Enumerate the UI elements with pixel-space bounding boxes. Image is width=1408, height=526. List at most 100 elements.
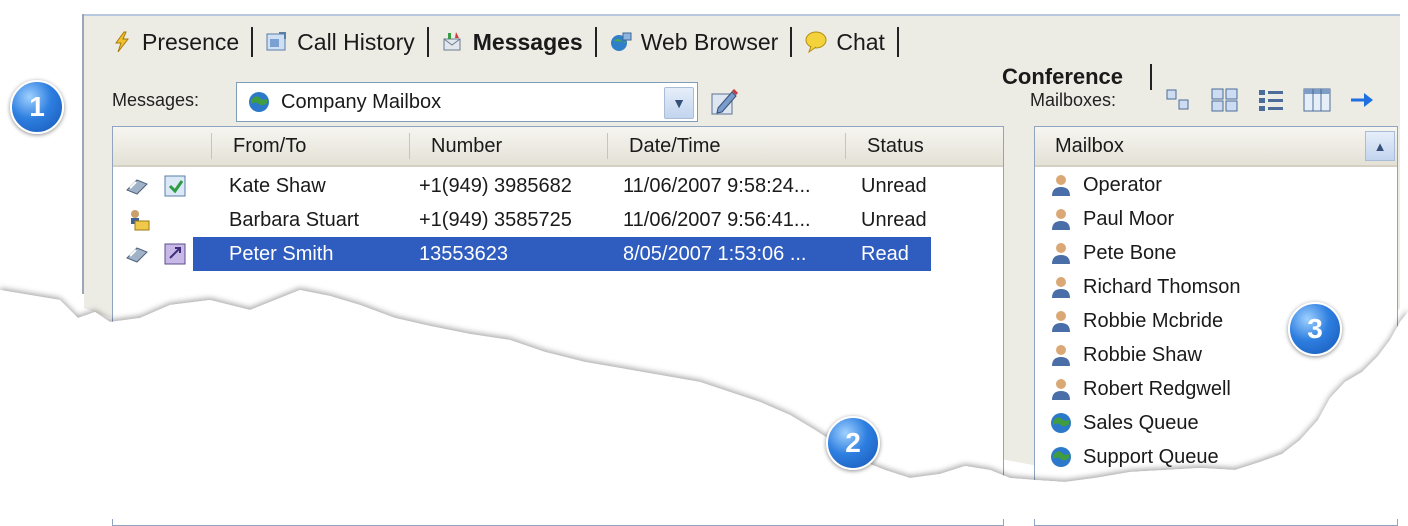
person-icon — [1049, 241, 1073, 265]
tab-separator — [1150, 64, 1152, 90]
list-item[interactable]: Robbie Mcbride — [1049, 305, 1223, 337]
lightning-icon — [110, 30, 134, 54]
web-browser-icon — [609, 30, 633, 54]
list-item[interactable]: Paul Moor — [1049, 203, 1174, 235]
window-left-border — [82, 14, 84, 294]
row-from-to: Peter Smith — [229, 243, 334, 265]
column-header-mailbox[interactable]: Mailbox — [1055, 135, 1124, 158]
person-icon — [1049, 275, 1073, 299]
row-from-to: Kate Shaw — [229, 175, 326, 197]
list-view-icon[interactable] — [1256, 86, 1286, 114]
row-status: Read — [861, 243, 909, 265]
tab-label: Call History — [297, 28, 415, 55]
callout-badge-3: 3 — [1288, 302, 1342, 356]
list-item[interactable]: Richard Thomson — [1049, 271, 1240, 303]
small-icons-view-icon[interactable] — [1164, 86, 1194, 114]
list-item-label: Robbie Mcbride — [1083, 309, 1224, 332]
mailbox-list-header: Mailbox ▲ — [1035, 127, 1397, 167]
messages-table: From/To Number Date/Time Status Kate Sha… — [112, 126, 1004, 526]
row-from-to: Barbara Stuart — [229, 209, 360, 231]
messages-label: Messages: — [112, 90, 200, 110]
callout-badge-2: 2 — [826, 416, 880, 470]
voicemail-icon — [125, 174, 149, 198]
call-history-icon — [265, 30, 289, 54]
tab-separator — [790, 27, 793, 57]
list-item-label: Robert Redgwell — [1083, 377, 1231, 400]
list-item-label: Robbie Shaw — [1083, 343, 1202, 366]
user-message-icon — [127, 208, 151, 232]
column-separator — [409, 133, 410, 159]
row-number: +1(949) 3985682 — [419, 175, 572, 197]
list-item-label: Pete Bone — [1083, 241, 1177, 264]
person-icon — [1049, 309, 1073, 333]
tab-label: Web Browser — [640, 28, 779, 55]
mailbox-select[interactable]: Company Mailbox ▼ — [236, 82, 698, 122]
person-icon — [1049, 173, 1073, 197]
column-separator — [607, 133, 608, 159]
globe-icon — [247, 90, 271, 114]
tab-conference[interactable]: Conference — [1002, 64, 1123, 90]
row-datetime: 11/06/2007 9:56:41... — [623, 209, 811, 231]
message-in-icon — [163, 174, 187, 198]
column-header-date-time[interactable]: Date/Time — [629, 135, 721, 158]
row-status: Unread — [861, 175, 927, 197]
column-header-from-to[interactable]: From/To — [233, 135, 306, 158]
list-item-label: Paul Moor — [1083, 207, 1175, 230]
tab-separator — [896, 27, 899, 57]
view-toolbar — [1164, 86, 1378, 114]
list-item-label: Support Queue — [1083, 445, 1219, 468]
tab-label: Messages — [472, 28, 583, 55]
tab-separator — [594, 27, 597, 57]
mailbox-select-value: Company Mailbox — [281, 90, 442, 113]
column-separator — [211, 133, 212, 159]
compose-button[interactable] — [708, 86, 740, 118]
row-number: +1(949) 3585725 — [419, 209, 572, 231]
list-item-label: Richard Thomson — [1083, 275, 1241, 298]
list-item[interactable]: Pete Bone — [1049, 237, 1176, 269]
column-header-status[interactable]: Status — [867, 135, 924, 158]
tab-chat[interactable]: Chat — [794, 29, 895, 56]
tab-label: Chat — [836, 28, 885, 55]
details-view-icon[interactable] — [1302, 86, 1332, 114]
column-header-number[interactable]: Number — [431, 135, 502, 158]
row-status: Unread — [861, 209, 927, 231]
tab-presence[interactable]: Presence — [100, 29, 249, 56]
chat-bubble-icon — [804, 30, 828, 54]
tab-label: Presence — [142, 28, 240, 55]
person-icon — [1049, 377, 1073, 401]
table-row-selected[interactable]: Peter Smith 13553623 8/05/2007 1:53:06 .… — [113, 237, 1003, 271]
globe-icon — [1049, 445, 1073, 469]
person-icon — [1049, 343, 1073, 367]
row-datetime: 8/05/2007 1:53:06 ... — [623, 243, 807, 265]
compose-icon — [711, 88, 739, 115]
list-item[interactable]: Robert Redgwell — [1049, 373, 1231, 405]
messages-icon — [441, 30, 465, 54]
row-datetime: 11/06/2007 9:58:24... — [623, 175, 811, 197]
chevron-down-icon[interactable]: ▼ — [664, 87, 694, 119]
globe-icon — [1049, 411, 1073, 435]
list-item[interactable]: Robbie Shaw — [1049, 339, 1202, 371]
table-row[interactable]: Kate Shaw +1(949) 3985682 11/06/2007 9:5… — [113, 169, 1003, 203]
scroll-up-button[interactable]: ▲ — [1365, 131, 1395, 161]
message-out-icon — [163, 242, 187, 266]
tiles-view-icon[interactable] — [1210, 86, 1240, 114]
mailboxes-label: Mailboxes: — [1030, 90, 1117, 110]
tab-call-history[interactable]: Call History — [255, 29, 425, 56]
arrow-right-icon[interactable] — [1348, 86, 1378, 114]
list-item-label: Sales Queue — [1083, 411, 1199, 434]
mailbox-list: Mailbox ▲ Operator Paul Moor Pete Bone R… — [1034, 126, 1398, 526]
callout-badge-1: 1 — [10, 80, 64, 134]
voicemail-icon — [125, 242, 149, 266]
tab-messages[interactable]: Messages — [431, 29, 593, 56]
tab-separator — [251, 27, 254, 57]
list-item[interactable]: Sales Queue — [1049, 407, 1199, 439]
list-item[interactable]: Operator — [1049, 169, 1162, 201]
messages-table-header: From/To Number Date/Time Status — [113, 127, 1003, 167]
tab-web-browser[interactable]: Web Browser — [599, 29, 789, 56]
list-item-label: Operator — [1083, 173, 1162, 196]
row-number: 13553623 — [419, 243, 508, 265]
tab-separator — [426, 27, 429, 57]
table-row[interactable]: Barbara Stuart +1(949) 3585725 11/06/200… — [113, 203, 1003, 237]
person-icon — [1049, 207, 1073, 231]
list-item[interactable]: Support Queue — [1049, 441, 1219, 473]
